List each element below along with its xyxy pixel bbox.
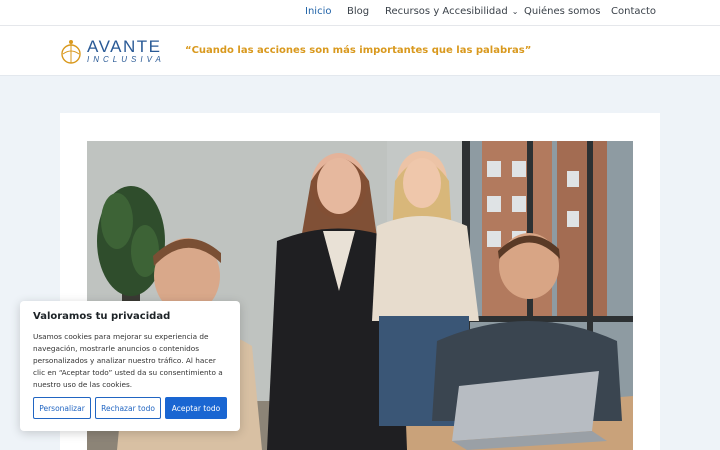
cookie-consent-banner: Valoramos tu privacidad Usamos cookies p… (20, 301, 240, 431)
nav-item-inicio[interactable]: Inicio (305, 6, 331, 17)
logo-wordmark: AVANTE (87, 37, 162, 56)
accept-all-button[interactable]: Aceptar todo (165, 397, 227, 419)
nav-item-quienes-somos[interactable]: Quiénes somos (524, 6, 600, 17)
nav-item-recursos-label: Recursos y Accesibilidad (385, 6, 508, 17)
site-logo[interactable]: AVANTE INCLUSIVA (60, 37, 176, 68)
customize-button[interactable]: Personalizar (33, 397, 91, 419)
chevron-down-icon: ⌄ (511, 7, 519, 16)
top-navigation: Inicio Blog Recursos y Accesibilidad ⌄ Qu… (0, 0, 720, 26)
nav-item-recursos[interactable]: Recursos y Accesibilidad ⌄ (385, 6, 518, 17)
cookie-text: Usamos cookies para mejorar su experienc… (33, 332, 223, 389)
logo-mark-icon (61, 40, 81, 64)
cookie-buttons: Personalizar Rechazar todo Aceptar todo (33, 397, 227, 419)
site-tagline: “Cuando las acciones son más importantes… (185, 45, 532, 56)
site-header: AVANTE INCLUSIVA “Cuando las acciones so… (0, 26, 720, 76)
cookie-title: Valoramos tu privacidad (33, 311, 171, 322)
logo-subtitle: INCLUSIVA (87, 55, 165, 64)
reject-all-button[interactable]: Rechazar todo (95, 397, 161, 419)
nav-item-contacto[interactable]: Contacto (611, 6, 656, 17)
nav-item-blog[interactable]: Blog (347, 6, 369, 17)
